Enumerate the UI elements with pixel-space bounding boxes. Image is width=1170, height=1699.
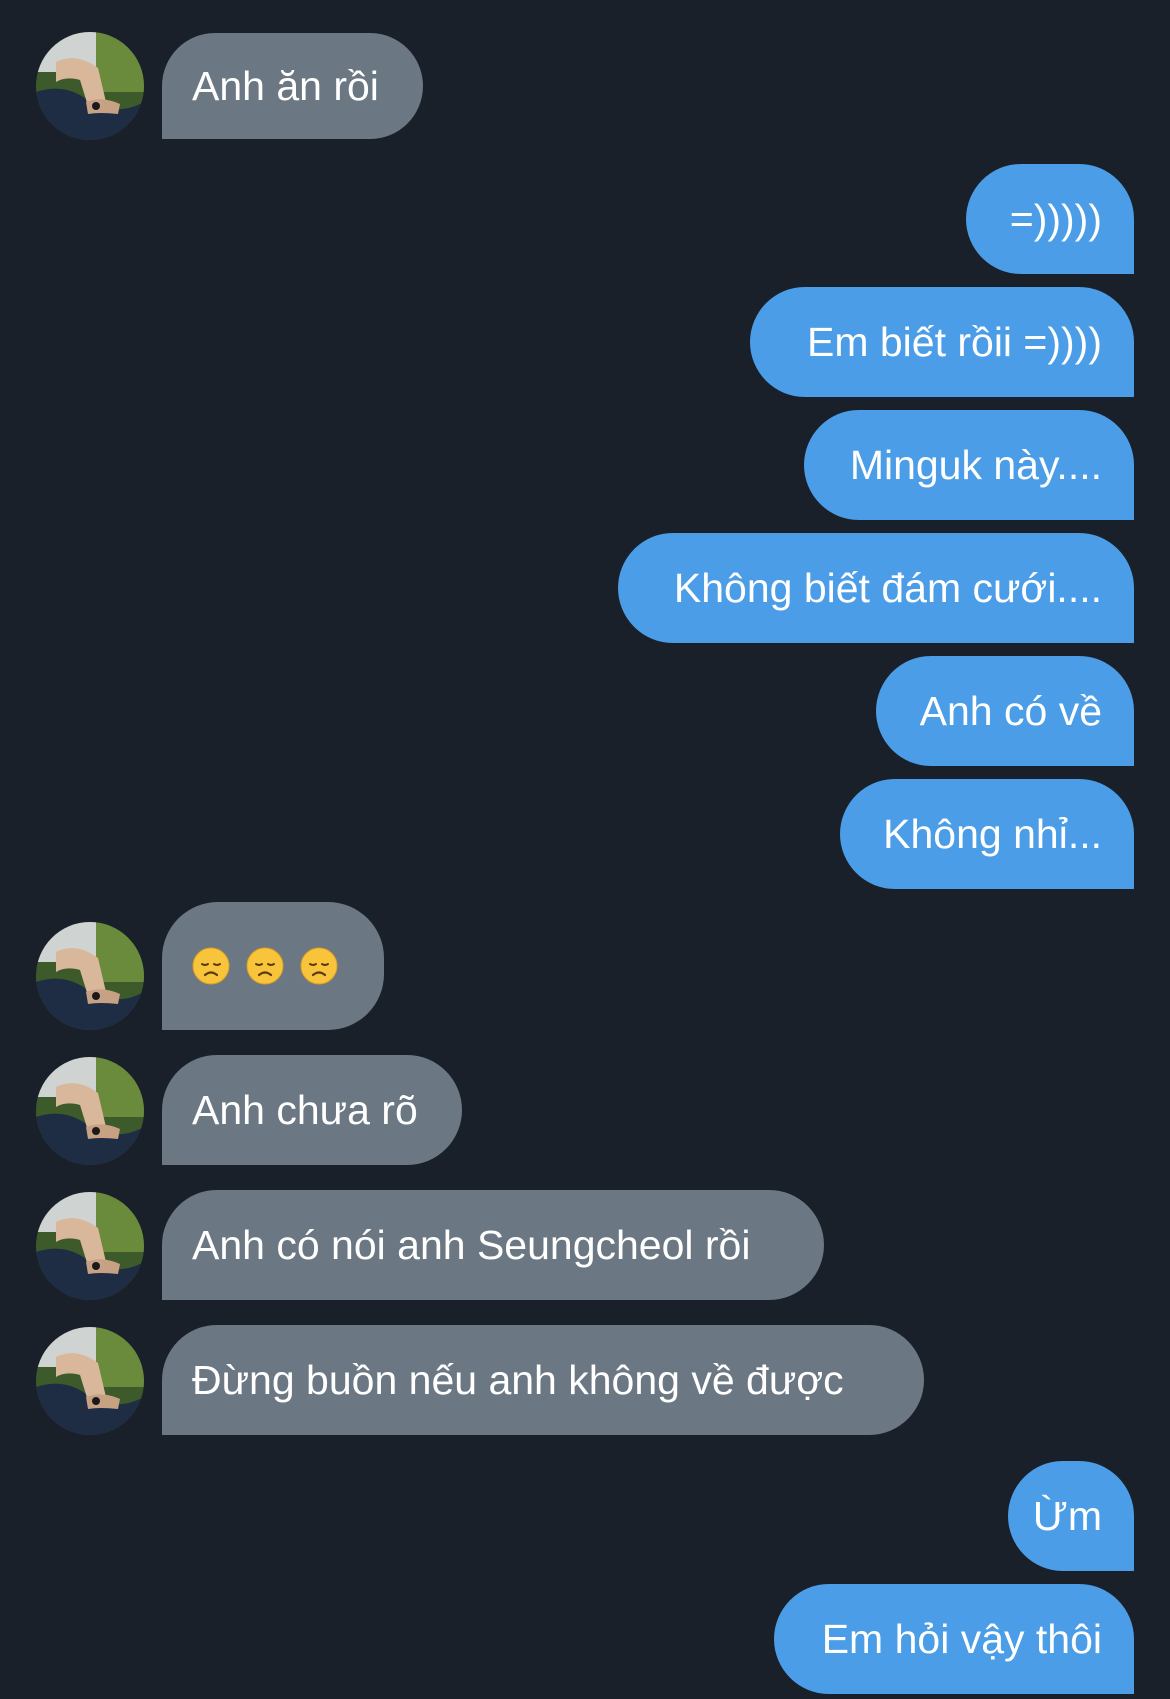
sent-message-bubble[interactable]: Em hỏi vậy thôi: [774, 1584, 1134, 1694]
message-text: Ừm: [1032, 1492, 1102, 1539]
avatar-photo: [36, 922, 144, 1030]
received-message-bubble[interactable]: Anh chưa rõ: [162, 1055, 462, 1165]
message-text: Không nhỉ...: [883, 810, 1102, 857]
sent-message-bubble[interactable]: Không nhỉ...: [840, 779, 1134, 889]
sender-avatar[interactable]: [36, 922, 144, 1030]
message-text: Anh ăn rồi: [192, 62, 379, 109]
sender-avatar[interactable]: [36, 1192, 144, 1300]
message-text: Anh chưa rõ: [192, 1086, 418, 1133]
avatar-photo: [36, 1192, 144, 1300]
received-emoji-bubble[interactable]: [162, 902, 384, 1030]
sender-avatar[interactable]: [36, 32, 144, 140]
message-text: Em hỏi vậy thôi: [821, 1615, 1102, 1662]
message-text: =))))): [1009, 195, 1102, 242]
disappointed-face-icon: [192, 947, 230, 985]
avatar-photo: [36, 32, 144, 140]
sent-message-bubble[interactable]: Minguk này....: [804, 410, 1134, 520]
sender-avatar[interactable]: [36, 1057, 144, 1165]
sent-message-bubble[interactable]: =))))): [966, 164, 1134, 274]
message-text: Không biết đám cưới....: [673, 564, 1102, 611]
sender-avatar[interactable]: [36, 1327, 144, 1435]
disappointed-face-icon: [246, 947, 284, 985]
sent-message-bubble[interactable]: Không biết đám cưới....: [618, 533, 1134, 643]
avatar-photo: [36, 1057, 144, 1165]
received-message-bubble[interactable]: Đừng buồn nếu anh không về được: [162, 1325, 924, 1435]
message-text: Minguk này....: [849, 441, 1102, 488]
avatar-photo: [36, 1327, 144, 1435]
message-text: Anh có nói anh Seungcheol rồi: [192, 1221, 751, 1268]
sent-message-bubble[interactable]: Anh có về: [876, 656, 1134, 766]
message-text: Anh có về: [919, 687, 1102, 734]
disappointed-face-icon: [300, 947, 338, 985]
received-message-bubble[interactable]: Anh có nói anh Seungcheol rồi: [162, 1190, 824, 1300]
sent-message-bubble[interactable]: Ừm: [1008, 1461, 1134, 1571]
sent-message-bubble[interactable]: Em biết rồii =)))): [750, 287, 1134, 397]
received-message-bubble[interactable]: Anh ăn rồi: [162, 33, 423, 139]
message-text: Em biết rồii =)))): [806, 318, 1102, 365]
emoji-row: [192, 947, 338, 985]
message-text: Đừng buồn nếu anh không về được: [192, 1356, 844, 1403]
